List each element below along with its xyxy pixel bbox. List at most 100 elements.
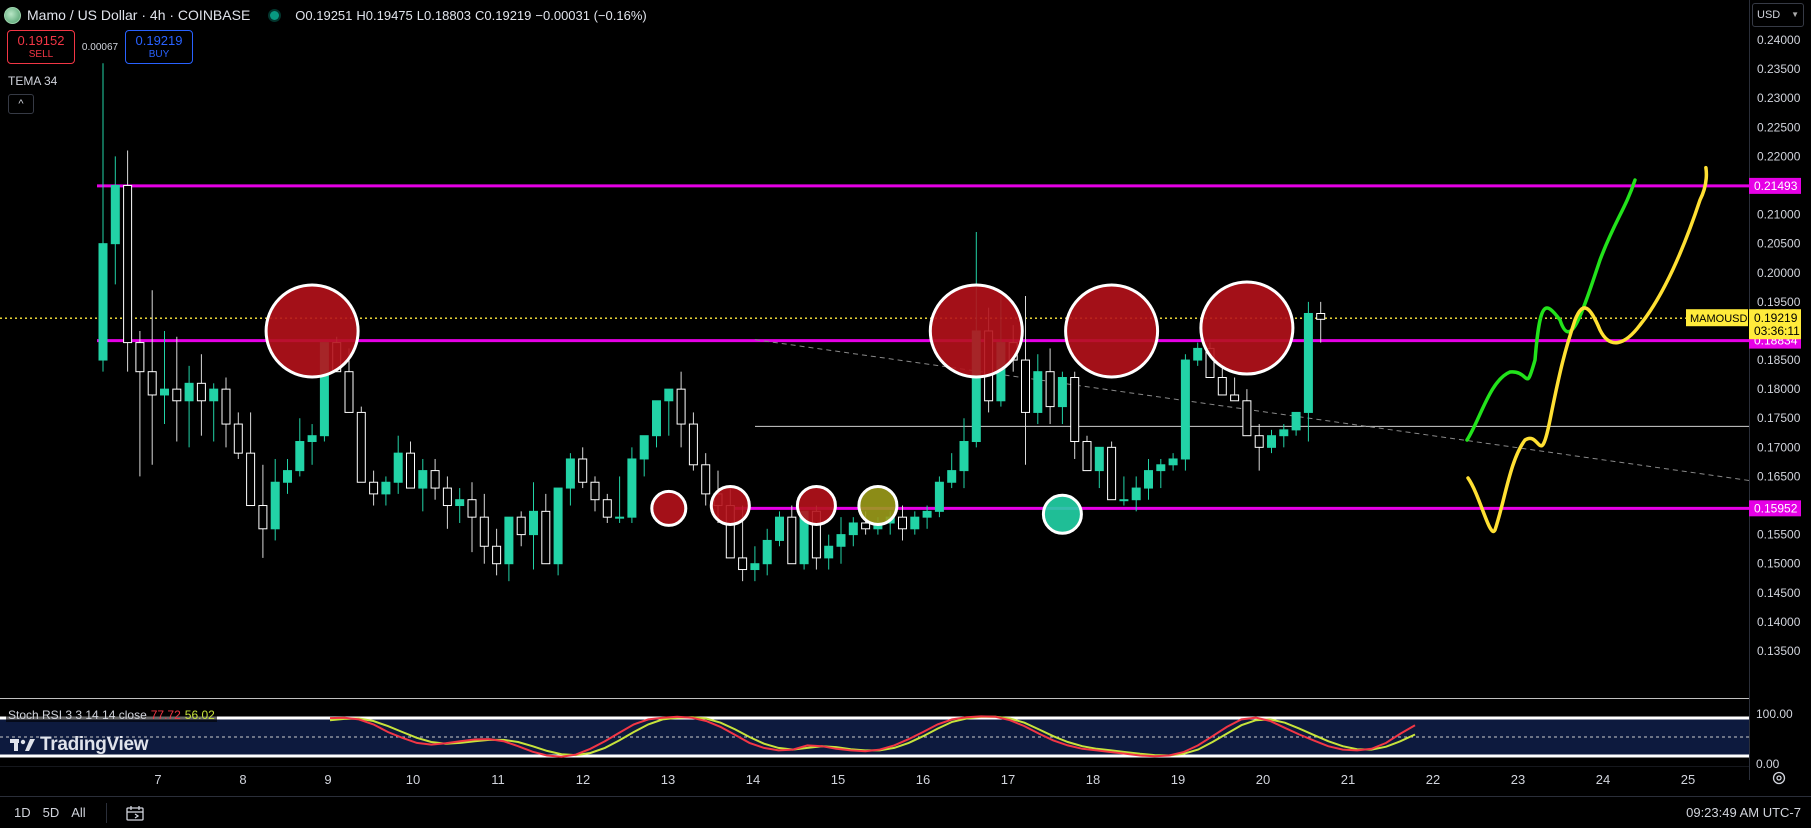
candle-body <box>922 510 932 518</box>
collapse-indicators-button[interactable]: ^ <box>8 94 34 114</box>
circle-annotation[interactable] <box>1199 280 1295 376</box>
candle-body <box>270 481 280 530</box>
time-tick-label: 9 <box>324 772 331 787</box>
sell-price: 0.19152 <box>17 32 65 48</box>
price-chart[interactable]: MAMOUSD <box>0 0 1749 700</box>
candle <box>701 453 711 506</box>
candle-body <box>246 452 256 507</box>
candle-body <box>196 382 206 402</box>
scale-settings-icon[interactable] <box>1771 770 1787 786</box>
candle-body <box>1168 458 1178 466</box>
time-tick-label: 15 <box>831 772 845 787</box>
candle-body <box>787 516 797 565</box>
range-5d-button[interactable]: 5D <box>37 805 66 820</box>
candle <box>110 156 120 285</box>
candle-body <box>344 371 354 413</box>
candle <box>602 493 612 523</box>
candle-body <box>775 516 784 541</box>
candle <box>910 511 920 535</box>
time-tick-label: 10 <box>406 772 420 787</box>
time-tick-label: 16 <box>916 772 930 787</box>
price-tick-label: 0.20000 <box>1757 266 1801 280</box>
price-tick-label: 0.22000 <box>1757 149 1801 163</box>
market-status-icon <box>270 10 280 20</box>
date-range-icon[interactable] <box>125 804 145 822</box>
candle-body <box>516 516 526 536</box>
candle <box>98 63 108 372</box>
price-tick-label: 0.19500 <box>1757 295 1801 309</box>
circle-annotation[interactable] <box>709 485 751 527</box>
candle <box>184 365 194 448</box>
time-tick-label: 13 <box>661 772 675 787</box>
candle-body <box>701 464 711 495</box>
circle-annotation[interactable] <box>650 489 688 527</box>
candle-body <box>1033 371 1043 413</box>
tema-indicator-label[interactable]: TEMA 34 <box>8 74 57 88</box>
circle-annotation[interactable] <box>1041 493 1083 535</box>
rsi-tick-0: 0.00 <box>1756 757 1780 771</box>
time-tick-label: 24 <box>1596 772 1610 787</box>
time-tick-label: 21 <box>1341 772 1355 787</box>
price-tick-label: 0.21000 <box>1757 208 1801 222</box>
time-tick-label: 19 <box>1171 772 1185 787</box>
buy-price: 0.19219 <box>135 32 183 48</box>
coin-logo-icon <box>4 6 21 24</box>
candle <box>123 150 133 372</box>
candle-body <box>283 470 292 483</box>
price-tick-label: 0.18000 <box>1757 382 1801 396</box>
currency-value: USD <box>1757 9 1781 21</box>
time-tick-label: 11 <box>491 772 505 787</box>
time-axis[interactable]: 7 8 9 10 11 12 13 14 15 16 17 18 19 20 21 22 23 24 25 <box>0 766 1749 794</box>
candle <box>406 441 415 489</box>
candle-body <box>1156 464 1166 472</box>
projection-path-yellow[interactable] <box>1466 165 1709 534</box>
price-tick-label: 0.14500 <box>1757 586 1801 600</box>
rsi-tick-100: 100.00 <box>1756 707 1793 721</box>
range-all-button[interactable]: All <box>65 805 91 820</box>
symbol-title[interactable]: Mamo / US Dollar · 4h · COINBASE <box>27 7 250 23</box>
candle-body <box>233 423 243 454</box>
candle-body <box>1119 499 1129 502</box>
candle <box>541 493 551 565</box>
candle-body <box>1242 400 1252 437</box>
candle-body <box>356 411 366 483</box>
circle-annotation[interactable] <box>1064 283 1160 379</box>
circle-annotation[interactable] <box>795 485 837 527</box>
price-tick-label: 0.23500 <box>1757 62 1801 76</box>
tradingview-logo[interactable]: TradingView <box>10 734 149 756</box>
candle-body <box>590 481 600 501</box>
candle <box>762 528 772 576</box>
candle-body <box>947 470 957 483</box>
stoch-rsi-legend[interactable]: Stoch RSI 3 3 14 14 close 77.72 56.02 <box>6 708 217 722</box>
candle-body <box>1303 312 1313 413</box>
range-1d-button[interactable]: 1D <box>8 805 37 820</box>
sell-button[interactable]: 0.19152 SELL <box>7 30 75 64</box>
price-scale-labels: 0.240000.235000.230000.225000.220000.215… <box>1749 33 1801 771</box>
candle <box>1254 424 1264 471</box>
candle-body <box>1045 371 1055 408</box>
price-tick-label: 0.23000 <box>1757 91 1801 105</box>
symbol-badge: MAMOUSD <box>1690 313 1748 325</box>
candle <box>1057 371 1067 425</box>
tradingview-logo-icon <box>10 739 35 751</box>
time-tick-label: 12 <box>576 772 590 787</box>
candle <box>369 470 379 506</box>
candle-body <box>1021 359 1030 413</box>
circle-annotation[interactable] <box>857 485 899 527</box>
price-tick-label: 0.24000 <box>1757 33 1801 47</box>
candle-body <box>602 499 612 518</box>
projection-path-green[interactable] <box>1465 178 1637 442</box>
candle <box>1131 476 1141 512</box>
candle <box>246 412 256 507</box>
circle-annotation[interactable] <box>264 283 360 379</box>
currency-select[interactable]: USD ▼ <box>1752 3 1804 27</box>
candle <box>492 528 502 576</box>
candle <box>1094 446 1104 489</box>
utc-clock[interactable]: 09:23:49 AM UTC-7 <box>1686 805 1801 820</box>
candle <box>1291 411 1301 436</box>
candle <box>160 330 169 425</box>
time-tick-label: 7 <box>154 772 161 787</box>
circle-annotation[interactable] <box>928 283 1024 379</box>
buy-button[interactable]: 0.19219 BUY <box>125 30 193 64</box>
candle <box>565 453 575 506</box>
